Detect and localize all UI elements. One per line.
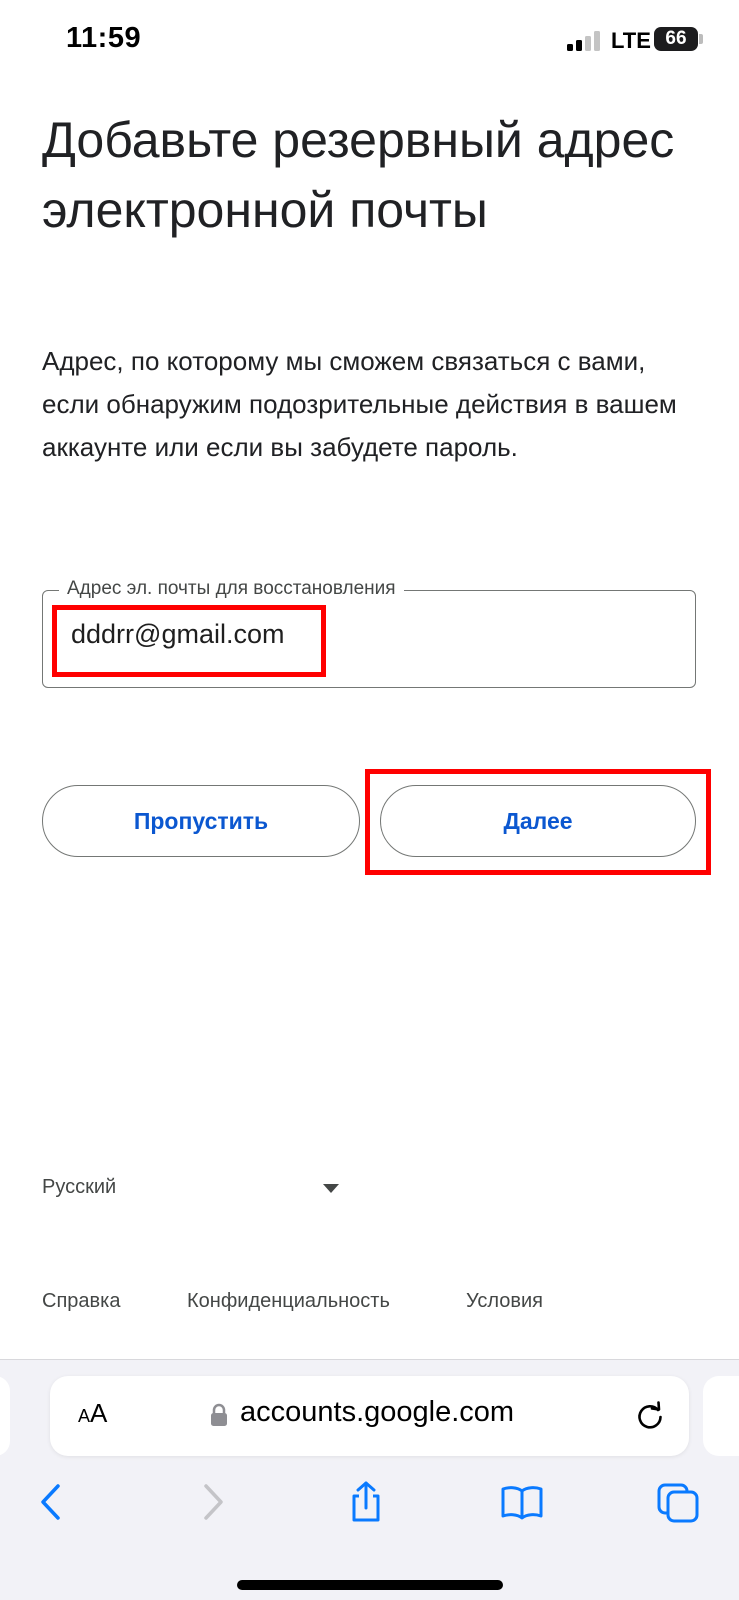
battery-icon: 66 xyxy=(654,27,698,51)
page-title: Добавьте резервный адрес электронной поч… xyxy=(42,112,675,238)
tabs-icon[interactable] xyxy=(656,1480,700,1524)
home-indicator xyxy=(237,1580,503,1590)
url-text: accounts.google.com xyxy=(240,1396,515,1428)
status-time: 11:59 xyxy=(66,22,142,54)
address-bar[interactable]: AA accounts.google.com xyxy=(50,1376,689,1456)
next-tab-preview[interactable] xyxy=(703,1376,739,1456)
lock-icon xyxy=(211,1403,227,1426)
bookmarks-icon[interactable] xyxy=(500,1480,544,1524)
signal-icon xyxy=(567,31,603,51)
network-type: LTE xyxy=(611,28,651,53)
footer-privacy-link[interactable]: Конфиденциальность xyxy=(187,1290,390,1313)
chevron-down-icon[interactable] xyxy=(323,1184,339,1193)
reload-icon[interactable] xyxy=(634,1400,666,1432)
skip-button[interactable]: Пропустить xyxy=(42,785,360,857)
page-description: Адрес, по которому мы сможем связаться с… xyxy=(42,346,677,462)
status-bar: 11:59 LTE 66 xyxy=(0,0,739,80)
language-selector[interactable]: Русский xyxy=(42,1176,342,1199)
highlight-next-box xyxy=(365,769,711,875)
previous-tab-preview[interactable] xyxy=(0,1376,10,1456)
forward-icon[interactable] xyxy=(190,1480,234,1524)
footer-help-link[interactable]: Справка xyxy=(42,1290,120,1313)
battery-cap xyxy=(699,34,703,44)
recovery-email-label: Адрес эл. почты для восстановления xyxy=(59,578,404,600)
highlight-email-box xyxy=(52,605,326,677)
reader-settings-button[interactable]: AA xyxy=(78,1398,107,1429)
back-icon[interactable] xyxy=(30,1480,74,1524)
footer-terms-link[interactable]: Условия xyxy=(466,1290,543,1313)
share-icon[interactable] xyxy=(344,1480,388,1524)
